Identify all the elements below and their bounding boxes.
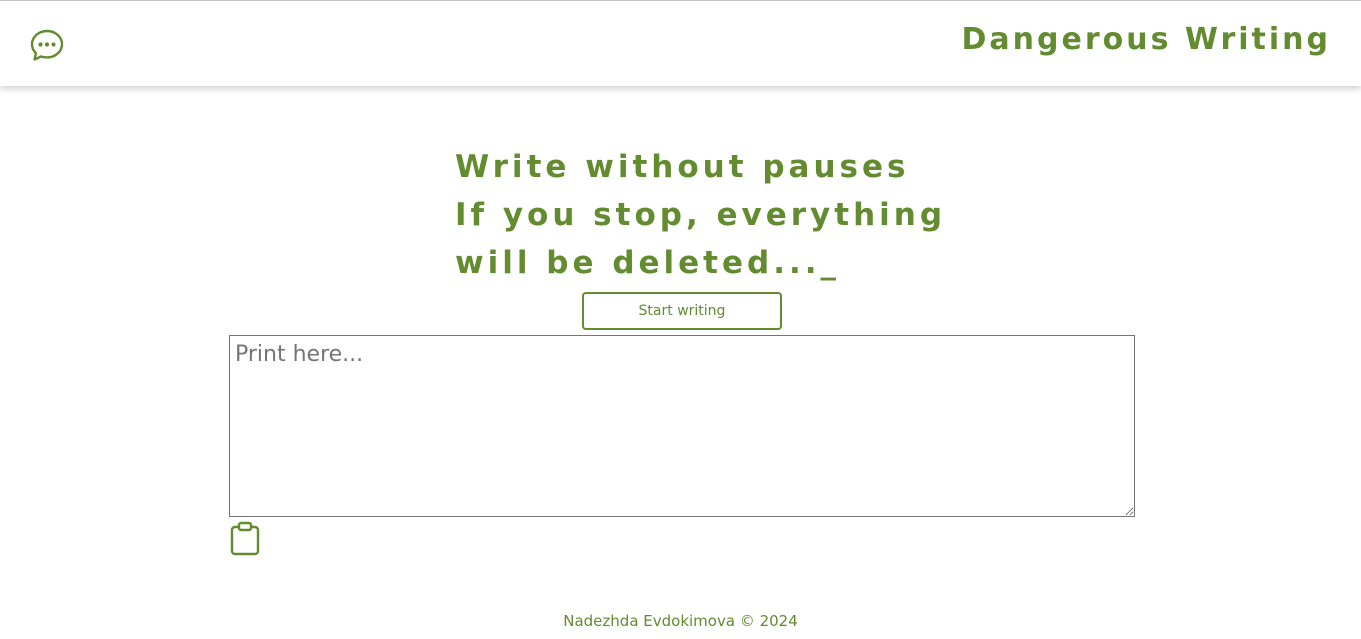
app-header: Dangerous Writing [0,1,1361,86]
start-writing-button[interactable]: Start writing [582,292,782,330]
clipboard-icon[interactable] [229,521,261,557]
hero-heading: Write without pauses If you stop, everyt… [455,143,975,287]
chat-bubble-svg [30,29,64,61]
footer-copyright: Nadezhda Evdokimova © 2024 [563,612,798,630]
hero-line-1: Write without pauses [455,149,910,185]
writing-textarea[interactable] [229,335,1135,517]
hero-line-3: will be deleted..._ [455,245,841,281]
clipboard-svg [230,521,260,556]
chat-bubble-dots-icon[interactable] [29,28,65,64]
brand-title[interactable]: Dangerous Writing [962,22,1332,57]
hero-line-2: If you stop, everything [455,197,947,233]
